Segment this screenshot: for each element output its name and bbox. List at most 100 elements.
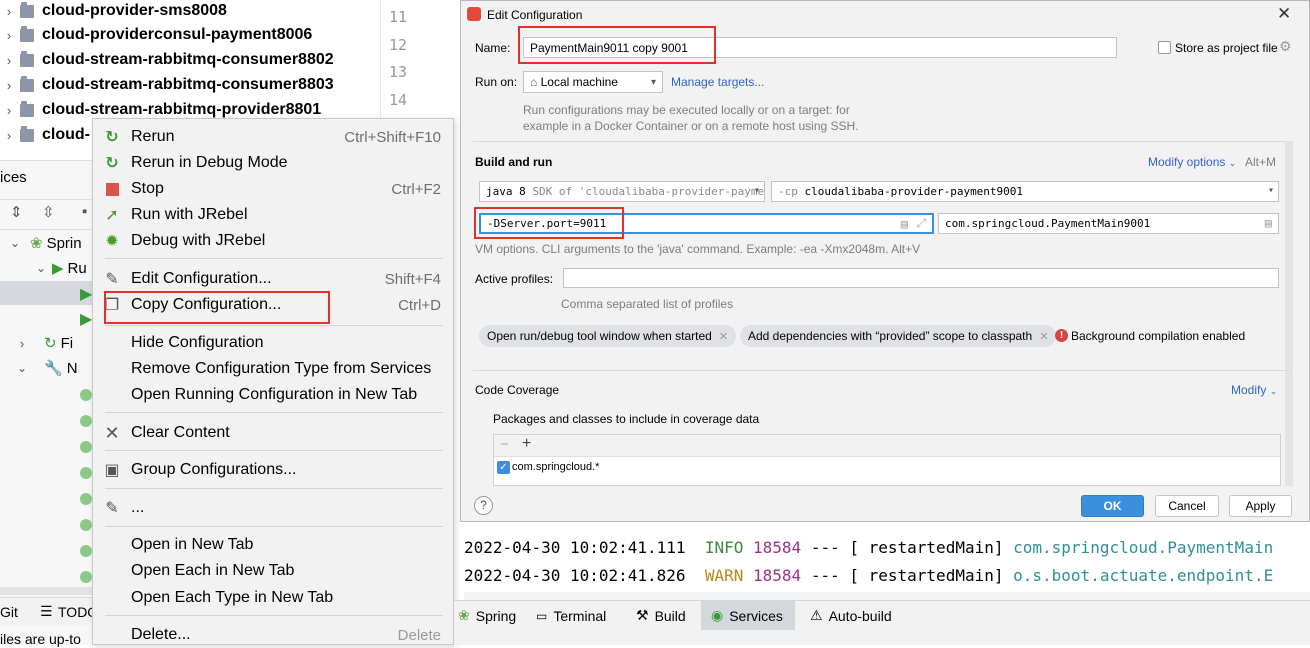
- menu-item-open-each-in-new-tab[interactable]: Open Each in New Tab: [93, 558, 453, 584]
- ok-button[interactable]: OK: [1081, 495, 1144, 517]
- tree-node-running[interactable]: ⌄ ▶ Ru: [0, 256, 92, 280]
- highlight-box: [474, 207, 624, 239]
- list-icon[interactable]: ▤: [901, 217, 908, 231]
- modify-options-link[interactable]: Modify options ⌄: [1148, 155, 1236, 169]
- expand-all-icon[interactable]: ⇕: [10, 203, 23, 221]
- tree-node-finished[interactable]: › ↻ Fi: [0, 331, 92, 355]
- main-class-field[interactable]: com.springcloud.PaymentMain9001 ▤: [938, 213, 1279, 234]
- spring-leaf-icon[interactable]: [80, 571, 92, 583]
- menu-item-open-each-type-in-new-tab[interactable]: Open Each Type in New Tab: [93, 585, 453, 611]
- menu-item-stop[interactable]: Stop Ctrl+F2: [93, 176, 453, 202]
- chevron-down-icon: ▾: [1267, 185, 1274, 196]
- horizontal-scrollbar[interactable]: [0, 587, 92, 595]
- menu-item-label: Debug with JRebel: [131, 232, 266, 249]
- tree-label: Sprin: [46, 234, 82, 252]
- tab-label: Terminal: [553, 607, 607, 624]
- run-on-value: Local machine: [540, 75, 618, 89]
- cancel-button[interactable]: Cancel: [1155, 495, 1219, 517]
- active-profiles-field[interactable]: [563, 268, 1279, 288]
- collapse-all-icon[interactable]: ⇳: [42, 203, 55, 221]
- tree-module[interactable]: › cloud-providerconsul-payment8006: [0, 23, 312, 47]
- chevron-right-icon[interactable]: ›: [0, 128, 18, 143]
- chevron-right-icon[interactable]: ›: [0, 4, 18, 19]
- menu-item-rerun-debug[interactable]: ↻ Rerun in Debug Mode: [93, 150, 453, 176]
- tab-auto-build[interactable]: ⚠ Auto-build: [810, 601, 892, 630]
- selected-row[interactable]: ▶: [0, 281, 92, 305]
- classpath-select[interactable]: -cp cloudalibaba-provider-payment9001 ▾: [771, 181, 1279, 202]
- spring-leaf-icon[interactable]: [80, 415, 92, 427]
- spring-leaf-icon[interactable]: [80, 467, 92, 479]
- spring-leaf-icon[interactable]: [80, 493, 92, 505]
- menu-item-open-running-configuration[interactable]: Open Running Configuration in New Tab: [93, 382, 453, 408]
- group-icon: ▣: [104, 462, 120, 479]
- menu-item-remove-configuration-type[interactable]: Remove Configuration Type from Services: [93, 356, 453, 382]
- gear-icon[interactable]: ⚙: [1279, 38, 1292, 55]
- tree-node-spring[interactable]: ⌄ ❀ Sprin: [0, 231, 92, 255]
- menu-item-label: Clear Content: [131, 424, 230, 441]
- context-menu: ↻ Rerun Ctrl+Shift+F10 ↻ Rerun in Debug …: [92, 118, 454, 645]
- list-icon[interactable]: ▤: [1265, 216, 1272, 230]
- tree-node-not-started[interactable]: ⌄ 🔧 N: [0, 356, 92, 380]
- menu-item-debug-jrebel[interactable]: ✹ Debug with JRebel: [93, 228, 453, 254]
- run-on-hint: Run configurations may be executed local…: [523, 103, 850, 117]
- spring-leaf-icon[interactable]: [80, 519, 92, 531]
- chevron-right-icon[interactable]: ›: [0, 103, 18, 118]
- tab-terminal[interactable]: ▭ Terminal: [536, 601, 606, 630]
- menu-item-shortcut: Shift+F4: [384, 270, 441, 288]
- spring-leaf-icon[interactable]: [80, 545, 92, 557]
- group-icon[interactable]: ▪: [82, 203, 87, 220]
- chevron-down-icon[interactable]: ⌄: [0, 261, 52, 275]
- remove-icon[interactable]: −: [500, 436, 509, 453]
- menu-item-rerun[interactable]: ↻ Rerun Ctrl+Shift+F10: [93, 124, 453, 150]
- chevron-right-icon[interactable]: ›: [0, 28, 18, 43]
- chevron-down-icon: ⌄: [1228, 158, 1237, 168]
- menu-item-open-in-new-tab[interactable]: Open in New Tab: [93, 532, 453, 558]
- menu-item-run-jrebel[interactable]: ➚ Run with JRebel: [93, 202, 453, 228]
- store-checkbox[interactable]: [1158, 41, 1171, 54]
- tab-spring[interactable]: ❀ Spring: [458, 601, 516, 630]
- tree-module[interactable]: › cloud-stream-rabbitmq-consumer8803: [0, 73, 334, 97]
- tab-services[interactable]: ◉ Services: [701, 601, 795, 630]
- menu-item-hide-configuration[interactable]: Hide Configuration: [93, 330, 453, 356]
- jdk-name: java 8: [486, 185, 526, 198]
- add-icon[interactable]: +: [522, 435, 531, 453]
- menu-item-edit-configuration[interactable]: ✎ Edit Configuration... Shift+F4: [93, 266, 453, 292]
- edit-icon: ✎: [105, 271, 119, 288]
- spring-leaf-icon[interactable]: [80, 441, 92, 453]
- chevron-right-icon[interactable]: ›: [0, 336, 44, 351]
- tree-module[interactable]: › cloud-stream-rabbitmq-consumer8802: [0, 48, 334, 72]
- console-line: 2022-04-30 10:02:41.111 INFO 18584 --- […: [464, 538, 1273, 557]
- run-on-select[interactable]: ⌂ Local machine ▾: [523, 71, 663, 93]
- menu-item-label: Hide Configuration: [131, 334, 264, 351]
- run-icon: ▶: [52, 260, 64, 277]
- chevron-right-icon[interactable]: ›: [0, 78, 18, 93]
- apply-button[interactable]: Apply: [1229, 495, 1292, 517]
- help-button[interactable]: ?: [474, 496, 493, 515]
- expand-icon[interactable]: ⤢: [916, 216, 926, 231]
- dialog-scrollbar[interactable]: [1285, 141, 1293, 486]
- main-class-value: com.springcloud.PaymentMain9001: [945, 217, 1151, 230]
- close-icon[interactable]: ✕: [719, 330, 728, 343]
- option-chip[interactable]: Add dependencies with “provided” scope t…: [740, 325, 1057, 347]
- menu-item-ellipsis[interactable]: ✎ ...: [93, 495, 453, 521]
- close-icon[interactable]: ✕: [1039, 330, 1048, 343]
- menu-item-group-configurations[interactable]: ▣ Group Configurations...: [93, 457, 453, 483]
- module-label: cloud-stream-rabbitmq-provider8801: [42, 101, 322, 118]
- spring-leaf-icon[interactable]: [80, 389, 92, 401]
- tab-git[interactable]: Git: [0, 604, 18, 620]
- jdk-select[interactable]: java 8 SDK of 'cloudalibaba-provider-pay…: [479, 181, 765, 202]
- chevron-down-icon[interactable]: ⌄: [0, 236, 30, 250]
- tree-module[interactable]: › cloud-provider-sms8008: [0, 0, 227, 23]
- menu-item-clear-content[interactable]: ✕ Clear Content: [93, 420, 453, 446]
- modify-link[interactable]: Modify ⌄: [1231, 383, 1277, 397]
- chevron-down-icon[interactable]: ⌄: [0, 361, 44, 375]
- checkbox-checked-icon[interactable]: ✓: [497, 461, 510, 474]
- manage-targets-link[interactable]: Manage targets...: [671, 75, 764, 89]
- chevron-right-icon[interactable]: ›: [0, 53, 18, 68]
- menu-item-delete[interactable]: Delete... Delete: [93, 622, 453, 648]
- close-icon[interactable]: ✕: [1277, 4, 1291, 24]
- tree-module[interactable]: › cloud-: [0, 123, 90, 147]
- option-chip[interactable]: Open run/debug tool window when started ✕: [479, 325, 737, 347]
- tab-build[interactable]: ⚒ Build: [636, 601, 686, 630]
- todo-list-icon: ☰: [40, 603, 53, 619]
